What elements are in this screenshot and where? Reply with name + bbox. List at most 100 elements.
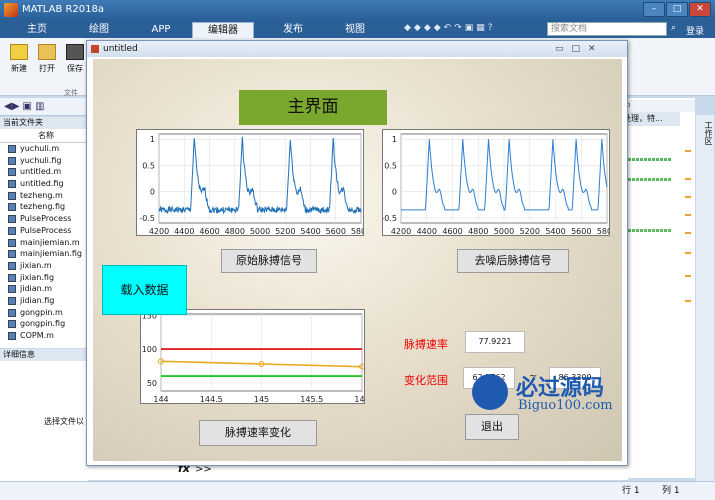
open-label: 打开 [39, 64, 55, 73]
watermark: 必过源码 Biguo100.com [462, 368, 662, 420]
path-toolbar[interactable]: ◀▶ ▣ ▥ [0, 98, 90, 116]
x-tick-label: 4400 [174, 227, 194, 236]
file-name: gongpin.m [20, 307, 63, 317]
code-line [624, 158, 672, 161]
file-item[interactable]: gongpin.m [0, 307, 88, 319]
close-button[interactable]: ✕ [689, 2, 711, 17]
watermark-url: Biguo100.com [518, 398, 613, 413]
denoised-signal-button[interactable]: 去噪后脉搏信号 [457, 249, 569, 273]
watermark-logo-icon [472, 374, 508, 410]
file-item[interactable]: gongpin.fig [0, 318, 88, 330]
m-file-icon [8, 215, 16, 224]
figure-icon [91, 45, 99, 53]
x-tick-label: 5600 [571, 227, 591, 236]
y-tick-label: 100 [142, 345, 157, 354]
file-name: tezheng.m [20, 190, 63, 200]
y-tick-label: 0.5 [384, 161, 397, 170]
file-item[interactable]: yuchuli.fig [0, 155, 88, 167]
x-tick-label: 144 [153, 395, 168, 404]
file-item[interactable]: jixian.fig [0, 272, 88, 284]
code-line [624, 229, 672, 232]
m-file-icon [8, 285, 16, 294]
file-item[interactable]: PulseProcess [0, 225, 88, 237]
file-item[interactable]: COPM.m [0, 330, 88, 342]
file-name: COPM.m [20, 331, 54, 340]
file-name: mainjiemian.fig [20, 249, 83, 259]
file-name: tezheng.fig [20, 202, 66, 212]
save-icon [66, 44, 84, 60]
name-column-header[interactable]: 名称 [0, 129, 88, 143]
tab-editor[interactable]: 编辑器 [192, 22, 254, 38]
quick-access-toolbar[interactable]: ◆◆◆◆↶↷▣▦? [404, 23, 544, 35]
file-name: jidian.m [20, 284, 53, 294]
m-file-icon [8, 168, 16, 177]
x-tick-label: 5600 [326, 227, 346, 236]
y-tick-label: 0.5 [142, 161, 155, 170]
m-file-icon [8, 308, 16, 317]
file-item[interactable]: tezheng.fig [0, 201, 88, 213]
details-header: 详细信息 [0, 349, 88, 361]
warning-marker [685, 214, 691, 216]
login-link[interactable]: 登录 [686, 24, 704, 37]
tab-apps[interactable]: APP [130, 22, 192, 38]
warning-marker [685, 178, 691, 180]
file-item[interactable]: PulseProcess [0, 213, 88, 225]
maximize-button[interactable]: □ [666, 2, 688, 17]
x-tick-label: 5400 [545, 227, 565, 236]
x-tick-label: 5000 [494, 227, 514, 236]
status-row: 行 1 [622, 486, 640, 496]
file-item[interactable]: untitled.fig [0, 178, 88, 190]
search-icon[interactable]: ⌕ [671, 23, 676, 33]
file-item[interactable]: mainjiemian.m [0, 237, 88, 249]
x-tick-label: 145.5 [300, 395, 323, 404]
file-item[interactable]: jidian.fig [0, 295, 88, 307]
figure-window-controls[interactable]: ▭□✕ [555, 41, 604, 57]
x-tick-label: 4800 [468, 227, 488, 236]
x-tick-label: 5200 [520, 227, 540, 236]
x-tick-label: 4800 [225, 227, 245, 236]
warning-marker [685, 252, 691, 254]
new-button[interactable]: 新建 [6, 42, 32, 74]
file-item[interactable]: yuchuli.m [0, 143, 88, 155]
folder-icon [38, 44, 56, 60]
editor-tab-strip: ▭ [620, 100, 695, 112]
file-name: jixian.fig [20, 272, 55, 282]
tab-publish[interactable]: 发布 [262, 22, 324, 38]
select-file-hint: 选择文件以 [44, 417, 84, 426]
tab-plots[interactable]: 绘图 [68, 22, 130, 38]
code-line [624, 178, 672, 181]
x-tick-label: 4200 [391, 227, 411, 236]
save-button[interactable]: 保存 [62, 42, 88, 74]
y-tick-label: 0 [392, 188, 397, 197]
load-data-button[interactable]: 载入数据 [102, 265, 187, 315]
y-tick-label: 0 [150, 188, 155, 197]
x-tick-label: 145 [254, 395, 269, 404]
x-tick-label: 146 [354, 395, 365, 404]
search-docs-input[interactable]: 搜索文档 [547, 22, 667, 36]
file-item[interactable]: jixian.m [0, 260, 88, 272]
warning-marker [685, 232, 691, 234]
minimize-button[interactable]: – [643, 2, 665, 17]
file-item[interactable]: untitled.m [0, 166, 88, 178]
fig-file-icon [8, 203, 16, 212]
tab-home[interactable]: 主页 [6, 22, 68, 38]
workspace-side-label[interactable]: 工作区 [696, 115, 714, 485]
file-item[interactable]: jidian.m [0, 283, 88, 295]
file-item[interactable]: mainjiemian.fig [0, 248, 88, 260]
x-tick-label: 5800 [597, 227, 610, 236]
title-bar: MATLAB R2018a – □ ✕ [0, 0, 715, 20]
file-item[interactable]: tezheng.m [0, 190, 88, 202]
open-button[interactable]: 打开 [34, 42, 60, 74]
new-label: 新建 [11, 64, 27, 73]
y-tick-label: -0.5 [382, 214, 397, 223]
back-forward-icons[interactable]: ◀▶ ▣ ▥ [4, 101, 45, 112]
m-file-icon [8, 261, 16, 270]
y-tick-label: 50 [147, 379, 157, 388]
fig-file-icon [8, 296, 16, 305]
pulse-rate-change-button[interactable]: 脉搏速率变化 [199, 420, 317, 446]
tab-view[interactable]: 视图 [324, 22, 386, 38]
fig-file-icon [8, 320, 16, 329]
raw-signal-button[interactable]: 原始脉搏信号 [221, 249, 317, 273]
x-tick-label: 4400 [417, 227, 437, 236]
fig-file-icon [8, 250, 16, 259]
